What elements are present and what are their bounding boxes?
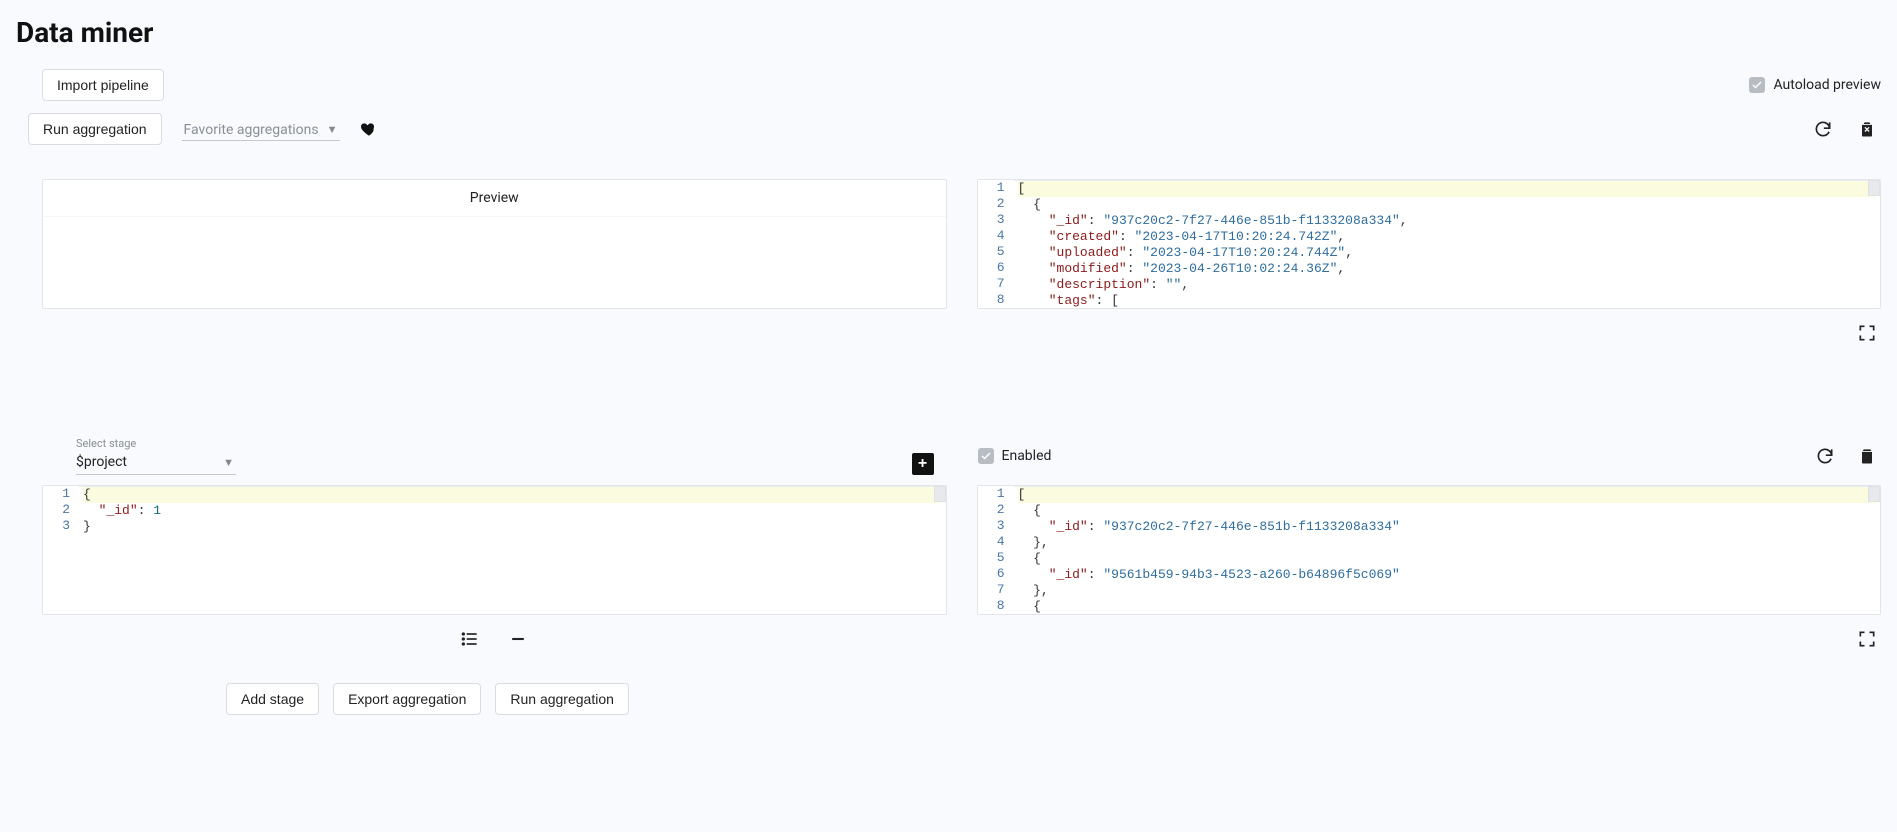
stage-enabled-toggle[interactable]: Enabled: [978, 448, 1052, 464]
result-preview-code[interactable]: 12345678[ { "_id": "937c20c2-7f27-446e-8…: [977, 179, 1882, 309]
favorite-aggregations-placeholder: Favorite aggregations: [184, 122, 319, 138]
add-stage-button[interactable]: Add stage: [226, 683, 319, 715]
collapse-button[interactable]: [504, 625, 532, 653]
run-aggregation-button[interactable]: Run aggregation: [28, 113, 162, 145]
import-pipeline-button[interactable]: Import pipeline: [42, 69, 164, 101]
stage-delete-button[interactable]: [1853, 442, 1881, 470]
plus-icon: +: [918, 455, 927, 473]
stage-enabled-label: Enabled: [1002, 448, 1052, 464]
autoload-preview-label: Autoload preview: [1773, 77, 1881, 93]
chevron-down-icon: ▼: [223, 456, 234, 469]
preview-header: Preview: [43, 180, 946, 217]
scrollbar[interactable]: [1868, 180, 1880, 196]
heart-icon[interactable]: [360, 120, 378, 138]
add-stage-inline-button[interactable]: +: [912, 453, 934, 475]
delete-cancel-button[interactable]: [1853, 115, 1881, 143]
refresh-button[interactable]: [1809, 115, 1837, 143]
chevron-down-icon: ▼: [327, 123, 338, 136]
stage-select[interactable]: $project ▼: [76, 452, 236, 475]
stage-select-value: $project: [76, 454, 127, 470]
checkbox-checked-icon: [978, 448, 994, 464]
stage-editor[interactable]: 123{ "_id": 1}: [42, 485, 947, 615]
fullscreen-button[interactable]: [1853, 319, 1881, 347]
stage-refresh-button[interactable]: [1811, 442, 1839, 470]
stage-fullscreen-button[interactable]: [1853, 625, 1881, 653]
list-view-button[interactable]: [456, 625, 484, 653]
stage-result-code[interactable]: 12345678[ { "_id": "937c20c2-7f27-446e-8…: [977, 485, 1882, 615]
scrollbar[interactable]: [934, 486, 946, 502]
autoload-preview-toggle[interactable]: Autoload preview: [1749, 77, 1881, 93]
page-title: Data miner: [16, 16, 1881, 49]
run-aggregation-bottom-button[interactable]: Run aggregation: [495, 683, 629, 715]
export-aggregation-button[interactable]: Export aggregation: [333, 683, 481, 715]
stage-select-label: Select stage: [76, 437, 236, 450]
preview-panel: Preview: [42, 179, 947, 309]
scrollbar[interactable]: [1868, 486, 1880, 502]
checkbox-checked-icon: [1749, 77, 1765, 93]
favorite-aggregations-select[interactable]: Favorite aggregations ▼: [182, 118, 340, 141]
